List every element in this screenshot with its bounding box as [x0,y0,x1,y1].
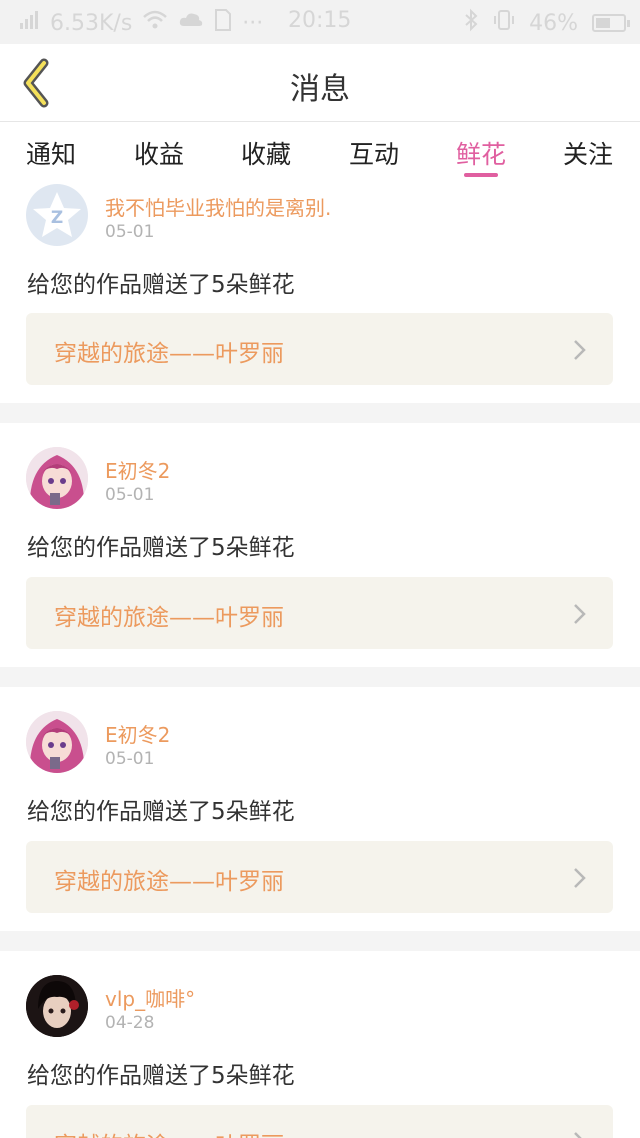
username[interactable]: 我不怕毕业我怕的是离别. [105,192,331,221]
signal-icon [18,9,40,37]
chevron-right-icon [574,868,586,888]
tab-bar: 通知 收益 收藏 互动 鲜花 关注 [0,123,640,181]
username[interactable]: E初冬2 [105,719,170,748]
tab-earnings[interactable]: 收益 [134,135,184,171]
status-bar: 6.53K/s ··· 20:15 46% [0,0,640,44]
username[interactable]: vlp_咖啡° [105,983,195,1012]
svg-text:Z: Z [51,208,63,228]
bluetooth-icon [463,8,479,38]
chevron-right-icon [574,1132,582,1138]
date: 05-01 [105,222,155,242]
list-item: E初冬2 05-01 给您的作品赠送了5朵鲜花 穿越的旅途——叶罗丽 [0,423,640,667]
message-text: 给您的作品赠送了5朵鲜花 [27,799,295,825]
page-title: 消息 [290,72,350,107]
list-item: E初冬2 05-01 给您的作品赠送了5朵鲜花 穿越的旅途——叶罗丽 [0,687,640,931]
message-text: 给您的作品赠送了5朵鲜花 [27,272,295,298]
avatar[interactable] [26,711,88,773]
tab-favorites[interactable]: 收藏 [241,135,291,171]
tab-flowers[interactable]: 鲜花 [456,135,506,171]
divider [0,931,640,951]
work-link[interactable]: 穿越的旅途——叶罗丽 [26,1105,613,1138]
date: 04-28 [105,1013,155,1033]
vibrate-icon [493,8,515,38]
message-text: 给您的作品赠送了5朵鲜花 [27,1063,295,1089]
work-link[interactable]: 穿越的旅途——叶罗丽 [26,313,613,385]
avatar[interactable] [26,975,88,1037]
cloud-icon [178,9,204,37]
work-title: 穿越的旅途——叶罗丽 [54,869,284,895]
work-title: 穿越的旅途——叶罗丽 [54,341,284,367]
message-text: 给您的作品赠送了5朵鲜花 [27,535,295,561]
app-header: 消息 [0,44,640,122]
divider [0,667,640,687]
avatar[interactable] [26,447,88,509]
active-tab-indicator [464,173,498,177]
anime-girl-pink-avatar-icon [26,447,88,509]
sim-icon [214,8,232,38]
wifi-icon [142,9,168,37]
more-dots: ··· [242,10,264,36]
divider [0,403,640,423]
anime-girl-pink-avatar-icon [26,711,88,773]
chevron-right-icon [574,604,586,624]
default-star-avatar-icon: Z [33,192,81,237]
list-item: Z 我不怕毕业我怕的是离别. 05-01 给您的作品赠送了5朵鲜花 穿越的旅途—… [0,181,640,403]
list-item: vlp_咖啡° 04-28 给您的作品赠送了5朵鲜花 穿越的旅途——叶罗丽 [0,951,640,1138]
network-speed: 6.53K/s [50,10,133,36]
work-title: 穿越的旅途——叶罗丽 [54,1126,284,1138]
chevron-right-icon [574,340,586,360]
work-link[interactable]: 穿越的旅途——叶罗丽 [26,577,613,649]
clock: 20:15 [288,8,352,33]
date: 05-01 [105,485,155,505]
work-title: 穿越的旅途——叶罗丽 [54,605,284,631]
tab-notifications[interactable]: 通知 [26,135,76,171]
username[interactable]: E初冬2 [105,455,170,484]
tab-interactions[interactable]: 互动 [349,135,399,171]
work-link[interactable]: 穿越的旅途——叶罗丽 [26,841,613,913]
avatar[interactable]: Z [26,184,88,246]
battery-icon [592,14,630,32]
dark-hair-girl-avatar-icon [26,975,88,1037]
battery-percent: 46% [529,10,578,36]
tab-following[interactable]: 关注 [563,135,613,171]
date: 05-01 [105,749,155,769]
